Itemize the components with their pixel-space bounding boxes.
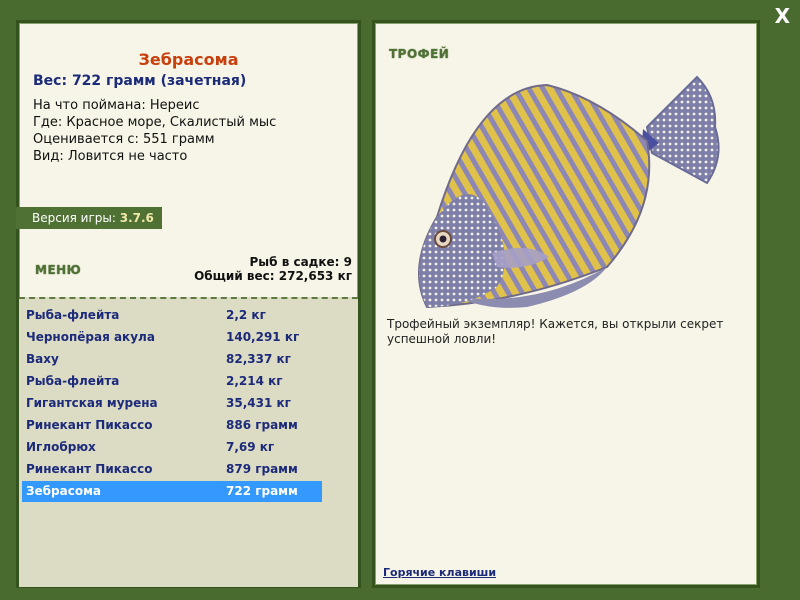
catch-list-row[interactable]: Ринекант Пикассо 879 грамм: [22, 459, 322, 480]
version-label: Версия игры:: [32, 211, 116, 225]
catch-fish-name: Ринекант Пикассо: [26, 462, 153, 476]
catch-fish-name: Иглобрюх: [26, 440, 96, 454]
hotkeys-link[interactable]: Горячие клавиши: [383, 566, 496, 579]
kind-info: Вид: Ловится не часто: [33, 149, 188, 164]
catch-list-row[interactable]: Зебрасома 722 грамм: [22, 481, 322, 502]
catch-fish-weight: 7,69 кг: [226, 440, 275, 454]
location-info: Где: Красное море, Скалистый мыс: [33, 115, 277, 130]
fish-weight: Вес: 722 грамм (зачетная): [33, 73, 247, 89]
catch-fish-weight: 140,291 кг: [226, 330, 300, 344]
catch-fish-name: Гигантская мурена: [26, 396, 158, 410]
cage-summary: Рыб в садке: 9 Общий вес: 272,653 кг: [194, 255, 352, 283]
catch-fish-weight: 886 грамм: [226, 418, 298, 432]
catch-list-row[interactable]: Чернопёрая акула 140,291 кг: [22, 327, 322, 348]
cage-total-weight: Общий вес: 272,653 кг: [194, 269, 352, 283]
catch-fish-weight: 2,214 кг: [226, 374, 283, 388]
catch-fish-name: Зебрасома: [26, 484, 101, 498]
catch-fish-weight: 2,2 кг: [226, 308, 266, 322]
cage-count: Рыб в садке: 9: [249, 255, 353, 269]
catch-list-row[interactable]: Ваху 82,337 кг: [22, 349, 322, 370]
version-value: 3.7.6: [119, 211, 154, 225]
menu-button[interactable]: МЕНЮ: [35, 263, 81, 277]
catch-fish-name: Чернопёрая акула: [26, 330, 155, 344]
fish-name: Зебрасома: [138, 50, 239, 69]
catch-list-row[interactable]: Гигантская мурена 35,431 кг: [22, 393, 322, 414]
catch-fish-weight: 35,431 кг: [226, 396, 291, 410]
catch-fish-name: Ринекант Пикассо: [26, 418, 153, 432]
catch-list: Рыба-флейта 2,2 кг Чернопёрая акула 140,291…: [19, 297, 358, 587]
catch-fish-weight: 879 грамм: [226, 462, 298, 476]
game-version: Версия игры: 3.7.6: [16, 207, 162, 229]
catch-list-row[interactable]: Иглобрюх 7,69 кг: [22, 437, 322, 458]
close-button[interactable]: X: [775, 4, 790, 28]
catch-fish-weight: 722 грамм: [226, 484, 298, 498]
trophy-panel: ТРОФЕЙ Трофейный экземпляр! Кажется, вы …: [372, 20, 760, 588]
rated-from-info: Оценивается с: 551 грамм: [33, 132, 215, 147]
zebrasoma-fish-image: [418, 75, 720, 309]
catch-fish-weight: 82,337 кг: [226, 352, 291, 366]
catch-list-row[interactable]: Ринекант Пикассо 886 грамм: [22, 415, 322, 436]
catch-list-row[interactable]: Рыба-флейта 2,2 кг: [22, 305, 322, 326]
catch-fish-name: Рыба-флейта: [26, 308, 120, 322]
trophy-description: Трофейный экземпляр! Кажется, вы открыли…: [387, 317, 724, 346]
catch-fish-name: Ваху: [26, 352, 59, 366]
fish-info-panel: Зебрасома Вес: 722 грамм (зачетная) На ч…: [16, 20, 361, 588]
catch-fish-name: Рыба-флейта: [26, 374, 120, 388]
catch-list-row[interactable]: Рыба-флейта 2,214 кг: [22, 371, 322, 392]
bait-info: На что поймана: Нереис: [33, 98, 200, 113]
